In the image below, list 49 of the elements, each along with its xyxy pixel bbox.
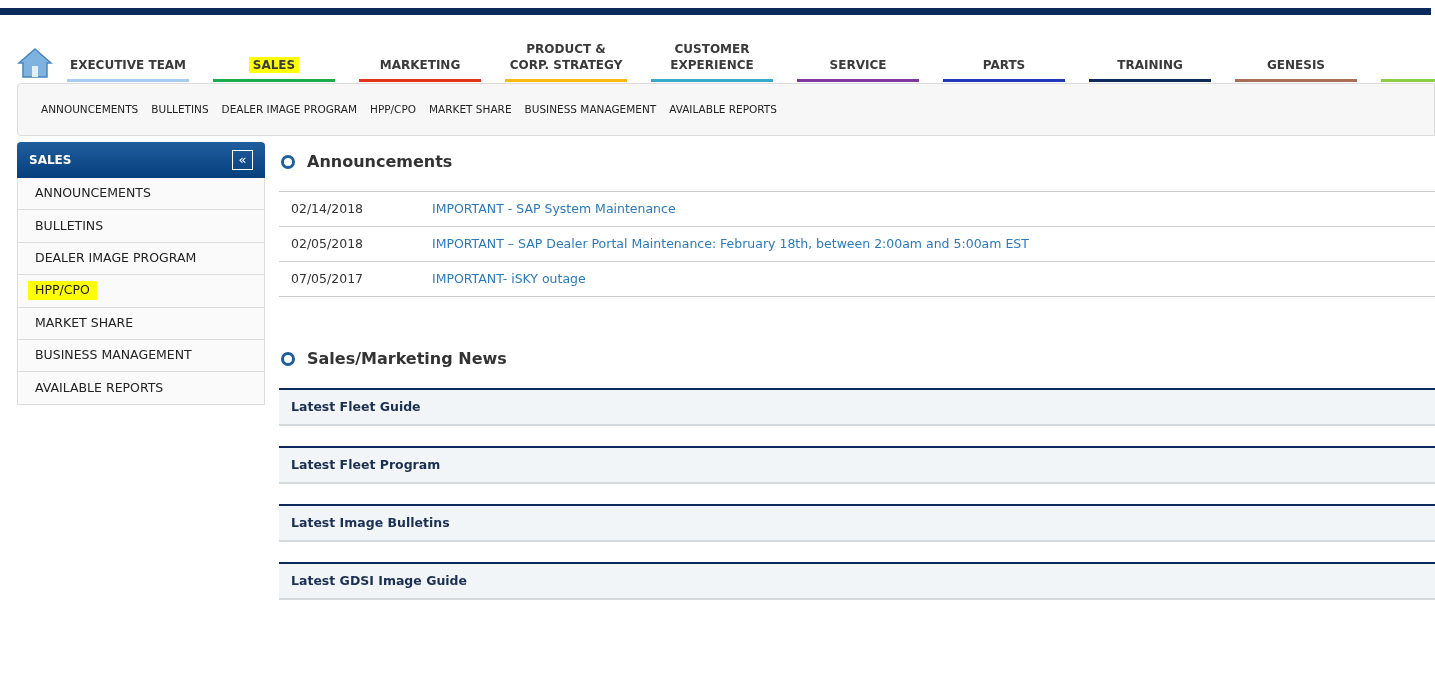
news-item[interactable]: Latest Fleet Guide: [279, 388, 1435, 426]
nav-tab[interactable]: PRODUCT & CORP. STRATEGY: [505, 41, 627, 73]
sub-nav-link[interactable]: BUSINESS MANAGEMENT: [524, 101, 657, 118]
announcement-link[interactable]: IMPORTANT – SAP Dealer Portal Maintenance: February 18th, between 2:00am and 5:00am EST: [432, 234, 1029, 254]
announcement-link[interactable]: IMPORTANT - SAP System Maintenance: [432, 199, 676, 219]
section-title: Announcements: [307, 151, 453, 173]
sub-nav-link[interactable]: MARKET SHARE: [429, 101, 512, 118]
announcement-link[interactable]: IMPORTANT- iSKY outage: [432, 269, 586, 289]
sub-nav-link[interactable]: BULLETINS: [151, 101, 209, 118]
news-item-title: Latest GDSI Image Guide: [291, 571, 468, 590]
sidebar-title: SALES: [29, 152, 72, 169]
sub-nav-link[interactable]: ANNOUNCEMENTS: [41, 101, 139, 118]
sidebar-item-label: DEALER IMAGE PROGRAM: [34, 249, 198, 268]
news-item-title: Latest Fleet Program: [291, 455, 441, 474]
collapse-button[interactable]: «: [232, 150, 253, 170]
sub-nav-link[interactable]: HPP/CPO: [370, 101, 417, 118]
sidebar-item-label: HPP/CPO: [28, 281, 97, 301]
announcement-date: 07/05/2017: [290, 269, 365, 288]
sidebar-item-label: BULLETINS: [34, 216, 105, 235]
sidebar-item-label: BUSINESS MANAGEMENT: [34, 346, 193, 365]
announcement-date: 02/14/2018: [290, 199, 365, 218]
nav-tab[interactable]: TRAINING: [1113, 57, 1187, 73]
sidebar-item[interactable]: DEALER IMAGE PROGRAM: [18, 242, 264, 276]
news-item-title: Latest Fleet Guide: [291, 397, 421, 416]
sub-nav-link[interactable]: DEALER IMAGE PROGRAM: [221, 101, 357, 118]
sub-nav-link[interactable]: AVAILABLE REPORTS: [669, 101, 777, 118]
nav-tab[interactable]: GENESIS: [1262, 57, 1329, 73]
sidebar-item-label: AVAILABLE REPORTS: [34, 378, 165, 397]
nav-tab[interactable]: MARKETING: [375, 57, 465, 73]
news-item-title: Latest Image Bulletins: [291, 513, 450, 532]
sidebar-item[interactable]: MARKET SHARE: [18, 307, 264, 340]
sidebar-item[interactable]: AVAILABLE REPORTS: [18, 372, 264, 405]
sidebar-item[interactable]: ANNOUNCEMENTS: [18, 178, 264, 211]
nav-tab[interactable]: CUSTOMER EXPERIENCE: [666, 41, 758, 73]
news-item[interactable]: Latest GDSI Image Guide: [279, 562, 1435, 600]
nav-tab[interactable]: PARTS: [978, 57, 1030, 73]
news-item[interactable]: Latest Fleet Program: [279, 446, 1435, 484]
nav-tab[interactable]: SALES: [248, 57, 300, 73]
sidebar-item[interactable]: HPP/CPO: [18, 275, 264, 308]
home-icon[interactable]: [17, 47, 53, 79]
section-title: Sales/Marketing News: [307, 348, 507, 370]
sidebar-item-label: ANNOUNCEMENTS: [34, 184, 152, 203]
news-item[interactable]: Latest Image Bulletins: [279, 504, 1435, 542]
announcement-date: 02/05/2018: [290, 234, 365, 253]
nav-tab[interactable]: SERVICE: [825, 57, 891, 73]
sidebar-item-label: MARKET SHARE: [34, 313, 135, 332]
sidebar-item[interactable]: BUSINESS MANAGEMENT: [18, 339, 264, 373]
nav-tab[interactable]: EXECUTIVE TEAM: [65, 57, 191, 73]
sidebar-item[interactable]: BULLETINS: [18, 210, 264, 243]
